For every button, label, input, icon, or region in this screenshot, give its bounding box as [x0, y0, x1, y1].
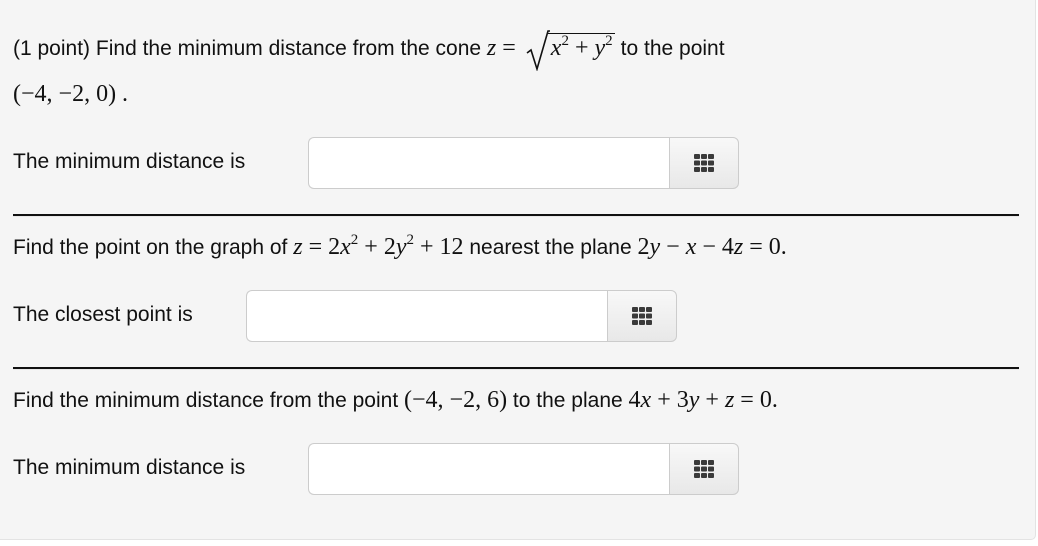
part3-keypad-button[interactable]	[669, 443, 739, 495]
part3-point: (−4, −2, 6)	[404, 387, 508, 413]
part2-prompt: Find the point on the graph of z = 2x2 +…	[13, 232, 787, 261]
surface-equation: z = 2x2 + 2y2 + 12	[293, 232, 464, 261]
part2-answer-label: The closest point is	[13, 303, 193, 326]
part3-answer-group	[308, 443, 739, 495]
part1-prompt-suffix: to the point	[620, 37, 725, 60]
grid-3x3-icon	[694, 154, 714, 172]
points-label: (1 point)	[13, 37, 91, 60]
cone-equation: z = x2 + y2	[487, 30, 621, 71]
plane-equation: 4x + 3y + z = 0.	[628, 387, 778, 413]
part1-answer-group	[308, 137, 739, 189]
section-divider	[13, 367, 1019, 370]
grid-3x3-icon	[632, 307, 652, 325]
section-divider	[13, 214, 1019, 217]
part1-answer-input[interactable]	[308, 137, 669, 189]
part1-prompt: (1 point) Find the minimum distance from…	[13, 30, 725, 71]
part3-answer-label: The minimum distance is	[13, 456, 246, 479]
part3-prompt: Find the minimum distance from the point…	[13, 387, 778, 413]
grid-3x3-icon	[694, 460, 714, 478]
part3-answer-input[interactable]	[308, 443, 669, 495]
part1-answer-label: The minimum distance is	[13, 150, 246, 173]
plane-equation: 2y − x − 4z = 0.	[637, 234, 787, 260]
part1-point: (−4, −2, 0) .	[13, 81, 129, 107]
part1-keypad-button[interactable]	[669, 137, 739, 189]
part1-prompt-prefix: Find the minimum distance from the cone	[95, 37, 482, 60]
part2-answer-group	[246, 290, 677, 342]
sqrt-expression: x2 + y2	[526, 30, 615, 71]
radicand: x2 + y2	[547, 33, 615, 62]
part2-keypad-button[interactable]	[607, 290, 677, 342]
radical-sign-icon	[526, 30, 550, 71]
part2-answer-input[interactable]	[246, 290, 607, 342]
